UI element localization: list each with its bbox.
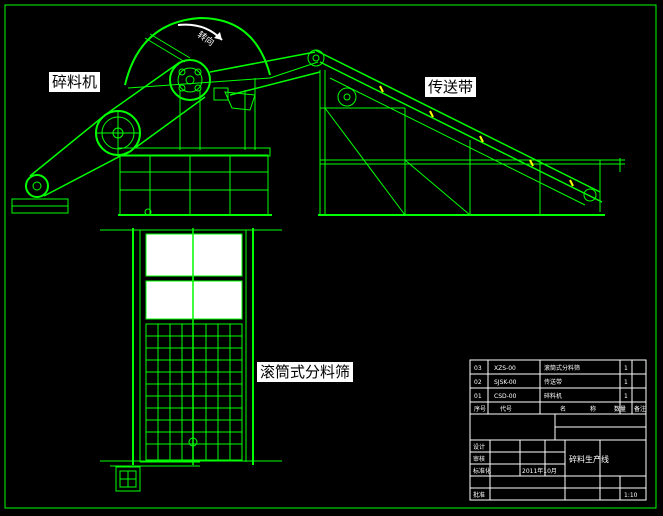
part-3-no: 03 [474,365,482,372]
row-review: 审核 [473,455,485,463]
conveyor-label: 传送带 [425,77,477,97]
header-name-2: 称 [590,405,596,413]
crusher-label: 碎料机 [49,72,101,92]
part-2-qty: 1 [624,379,628,386]
rotation-mark: 转向 [195,28,217,48]
row-design: 设计 [473,443,485,451]
part-3-qty: 1 [624,365,628,372]
part-3-name: 滚筒式分料筛 [544,364,580,372]
drawing-scale: 1:10 [624,492,638,499]
drawing-title: 碎料生产线 [569,454,609,464]
crusher-assembly [11,16,321,216]
header-no: 序号 [474,405,486,413]
screen-section-coarse [145,323,243,461]
conveyor-assembly [307,49,625,216]
part-2-code: SJSK-00 [494,379,517,386]
part-2-no: 02 [474,379,482,386]
screen-section-fine-1 [145,233,243,277]
part-1-qty: 1 [624,393,628,400]
header-name-1: 名 [560,405,566,413]
header-code: 代号 [500,405,512,413]
drawing-date: 2011年10月 [522,467,557,475]
header-qty: 数量 [614,405,626,413]
part-2-name: 传送带 [544,378,562,386]
part-1-no: 01 [474,393,482,400]
part-3-code: XZS-00 [494,365,516,372]
row-standard: 标准化 [473,467,491,475]
row-approve: 批准 [473,491,485,499]
header-remark: 备注 [634,405,646,413]
screen-section-fine-2 [145,280,243,320]
part-1-name: 碎料机 [544,392,562,400]
drawing-frame [4,4,657,509]
part-1-code: CSD-00 [494,393,517,400]
drum-screen-label: 滚筒式分料筛 [257,362,354,382]
conveyor-cleats [379,85,574,187]
